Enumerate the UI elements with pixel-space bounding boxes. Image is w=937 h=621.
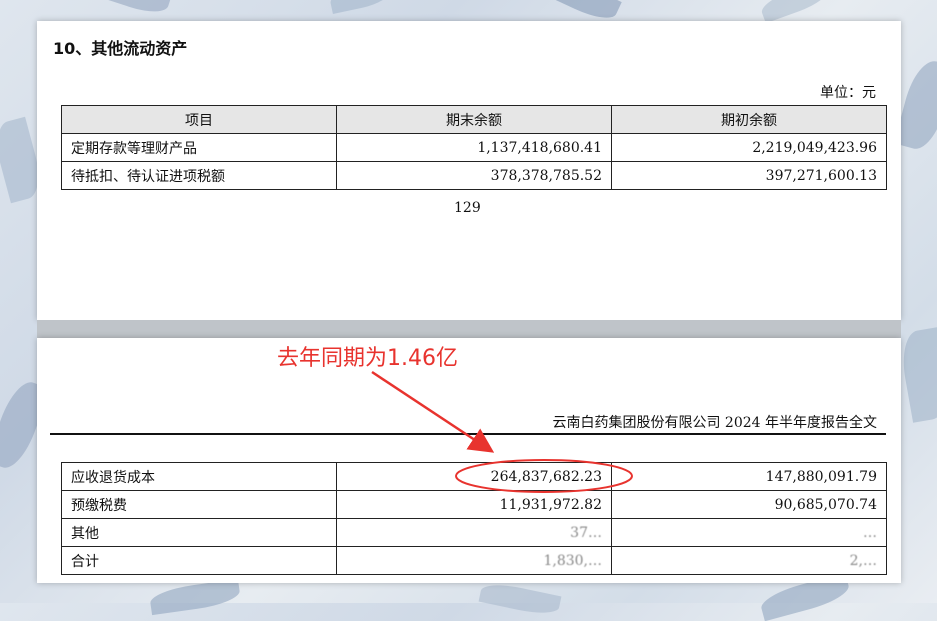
annotation-overlay <box>371 370 633 493</box>
annotation-arrow <box>371 370 495 453</box>
highlight-ellipse <box>455 459 633 493</box>
